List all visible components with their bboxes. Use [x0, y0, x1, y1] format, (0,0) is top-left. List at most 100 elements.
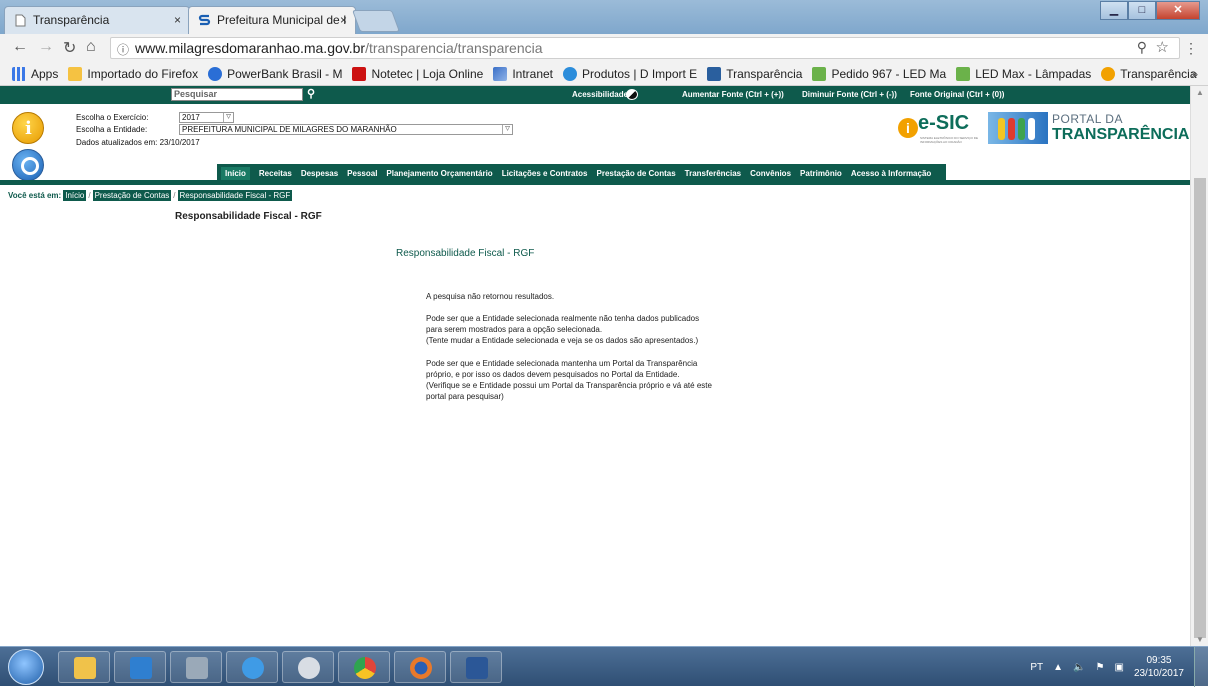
home-icon[interactable]: ⌂: [86, 38, 96, 56]
page-scrollbar[interactable]: ▲ ▼: [1190, 86, 1208, 646]
tab-title: Prefeitura Municipal de I: [217, 13, 347, 27]
box-icon: [812, 66, 827, 81]
decrease-font-link[interactable]: Diminuir Fonte (Ctrl + (-)): [802, 90, 897, 99]
taskbar-paint[interactable]: [282, 651, 334, 683]
show-hidden-icons-icon[interactable]: ▲: [1053, 662, 1063, 673]
message-line: para serem mostrados para a opção seleci…: [426, 325, 603, 334]
original-font-link[interactable]: Fonte Original (Ctrl + (0)): [910, 90, 1004, 99]
site-search-input[interactable]: Pesquisar: [171, 88, 303, 101]
zoom-icon[interactable]: ⚲: [1137, 39, 1147, 56]
breadcrumb-rgf[interactable]: Responsabilidade Fiscal - RGF: [177, 190, 293, 201]
people-icon: [988, 112, 1048, 144]
bookmark-label: Notetec | Loja Online: [371, 66, 484, 81]
window-controls: ▁ □ ✕: [1100, 1, 1200, 21]
bookmark-dimport[interactable]: Produtos | D Import E: [563, 66, 697, 81]
info-icon: i: [898, 118, 918, 138]
taskbar-firefox[interactable]: [394, 651, 446, 683]
bookmark-label: Transparência: [1120, 66, 1197, 81]
action-center-flag-icon[interactable]: ⚑: [1096, 662, 1105, 673]
entity-value: PREFEITURA MUNICIPAL DE MILAGRES DO MARA…: [182, 125, 397, 134]
menu-transferencias[interactable]: Transferências: [685, 169, 741, 178]
menu-patrimonio[interactable]: Patrimônio: [800, 169, 842, 178]
taskbar-ie[interactable]: [226, 651, 278, 683]
site-favicon-icon: [198, 14, 211, 26]
menu-prestacao-contas[interactable]: Prestação de Contas: [597, 169, 676, 178]
menu-inicio[interactable]: Início: [221, 166, 250, 180]
menu-licitacoes[interactable]: Licitações e Contratos: [502, 169, 588, 178]
close-tab-icon[interactable]: ×: [340, 13, 347, 27]
new-tab-button[interactable]: [351, 10, 401, 32]
minimize-button[interactable]: ▁: [1100, 1, 1128, 20]
bookmark-powerbank[interactable]: PowerBank Brasil - M: [208, 66, 342, 81]
menu-receitas[interactable]: Receitas: [259, 169, 292, 178]
start-button[interactable]: [8, 649, 44, 685]
transparencia-icon: [707, 66, 722, 81]
reload-icon[interactable]: ↻: [63, 38, 76, 58]
taskbar-word[interactable]: [450, 651, 502, 683]
bookmark-pedido[interactable]: Pedido 967 - LED Ma: [812, 66, 946, 81]
tab-transparencia[interactable]: Transparência ×: [4, 6, 190, 34]
maximize-button[interactable]: □: [1128, 1, 1156, 20]
scroll-down-icon[interactable]: ▼: [1196, 635, 1204, 644]
message-line: (Verifique se e Entidade possui um Porta…: [426, 381, 712, 390]
menu-pessoal[interactable]: Pessoal: [347, 169, 377, 178]
bookmark-folder[interactable]: Importado do Firefox: [68, 66, 198, 81]
scrollbar-thumb[interactable]: [1194, 178, 1206, 638]
menu-planejamento[interactable]: Planejamento Orçamentário: [386, 169, 492, 178]
address-bar[interactable]: ⓘ www.milagresdomaranhao.ma.gov.br/trans…: [110, 37, 1180, 59]
message-line: Pode ser que e Entidade selecionada mant…: [426, 359, 698, 368]
bookmark-label: Intranet: [512, 66, 554, 81]
search-icon[interactable]: ⚲: [307, 87, 315, 100]
tab-title: Transparência: [33, 13, 110, 27]
bookmark-apps[interactable]: Apps: [12, 66, 58, 81]
bookmark-transparencia[interactable]: Transparência: [707, 66, 802, 81]
show-desktop-button[interactable]: [1194, 647, 1208, 687]
search-button[interactable]: [12, 149, 44, 181]
browser-toolbar: ← → ↻ ⌂ ⓘ www.milagresdomaranhao.ma.gov.…: [0, 34, 1208, 62]
taskbar-calculator[interactable]: [170, 651, 222, 683]
close-tab-icon[interactable]: ×: [174, 13, 181, 27]
bookmark-transparencia-2[interactable]: Transparência: [1101, 66, 1197, 81]
menu-acesso-informacao[interactable]: Acesso à Informação: [851, 169, 931, 178]
explorer-icon: [74, 657, 96, 679]
message-line: portal para pesquisar): [426, 392, 504, 401]
ie-icon: [242, 657, 264, 679]
language-indicator[interactable]: PT: [1030, 662, 1043, 673]
breadcrumb-prestacao[interactable]: Prestação de Contas: [92, 190, 172, 201]
menu-divider: [0, 180, 1190, 185]
word-icon: [466, 657, 488, 679]
contrast-icon[interactable]: [626, 89, 638, 100]
url-path: /transparencia/transparencia: [365, 40, 543, 56]
exercise-select[interactable]: 2017 ▽: [179, 112, 234, 123]
site-info-icon[interactable]: ⓘ: [117, 41, 129, 58]
increase-font-link[interactable]: Aumentar Fonte (Ctrl + (+)): [682, 90, 784, 99]
menu-despesas[interactable]: Despesas: [301, 169, 338, 178]
taskbar-chrome[interactable]: [338, 651, 390, 683]
info-button[interactable]: [12, 112, 44, 144]
taskbar-outlook[interactable]: [114, 651, 166, 683]
tab-prefeitura[interactable]: Prefeitura Municipal de I ×: [188, 6, 356, 34]
portal-transparencia-logo[interactable]: PORTAL DA TRANSPARÊNCIA: [988, 110, 1189, 146]
forward-icon[interactable]: →: [38, 38, 54, 56]
bookmark-label: LED Max - Lâmpadas: [975, 66, 1092, 81]
box-icon: [956, 66, 971, 81]
entity-select[interactable]: PREFEITURA MUNICIPAL DE MILAGRES DO MARA…: [179, 124, 513, 135]
bookmark-notetec[interactable]: Notetec | Loja Online: [352, 66, 484, 81]
more-bookmarks-icon[interactable]: »: [1191, 67, 1198, 81]
esic-logo[interactable]: i e-SIC SISTEMA ELETRÔNICO DO SERVIÇO DE…: [898, 112, 978, 144]
taskbar-explorer[interactable]: [58, 651, 110, 683]
network-icon[interactable]: ▣: [1114, 662, 1123, 673]
bookmark-star-icon[interactable]: ☆: [1156, 38, 1169, 56]
message-paragraph-2: Pode ser que e Entidade selecionada mant…: [426, 358, 732, 402]
clock[interactable]: 09:35 23/10/2017: [1134, 654, 1184, 680]
bookmark-ledmax[interactable]: LED Max - Lâmpadas: [956, 66, 1092, 81]
menu-convenios[interactable]: Convênios: [750, 169, 791, 178]
back-icon[interactable]: ←: [12, 38, 28, 56]
portal-title-line2: TRANSPARÊNCIA: [1052, 126, 1190, 143]
close-window-button[interactable]: ✕: [1156, 1, 1200, 20]
scroll-up-icon[interactable]: ▲: [1196, 88, 1204, 97]
browser-menu-icon[interactable]: ⋮: [1184, 40, 1198, 57]
volume-icon[interactable]: 🔈: [1073, 662, 1085, 673]
bookmark-intranet[interactable]: Intranet: [493, 66, 554, 81]
breadcrumb-inicio[interactable]: Início: [63, 190, 87, 201]
